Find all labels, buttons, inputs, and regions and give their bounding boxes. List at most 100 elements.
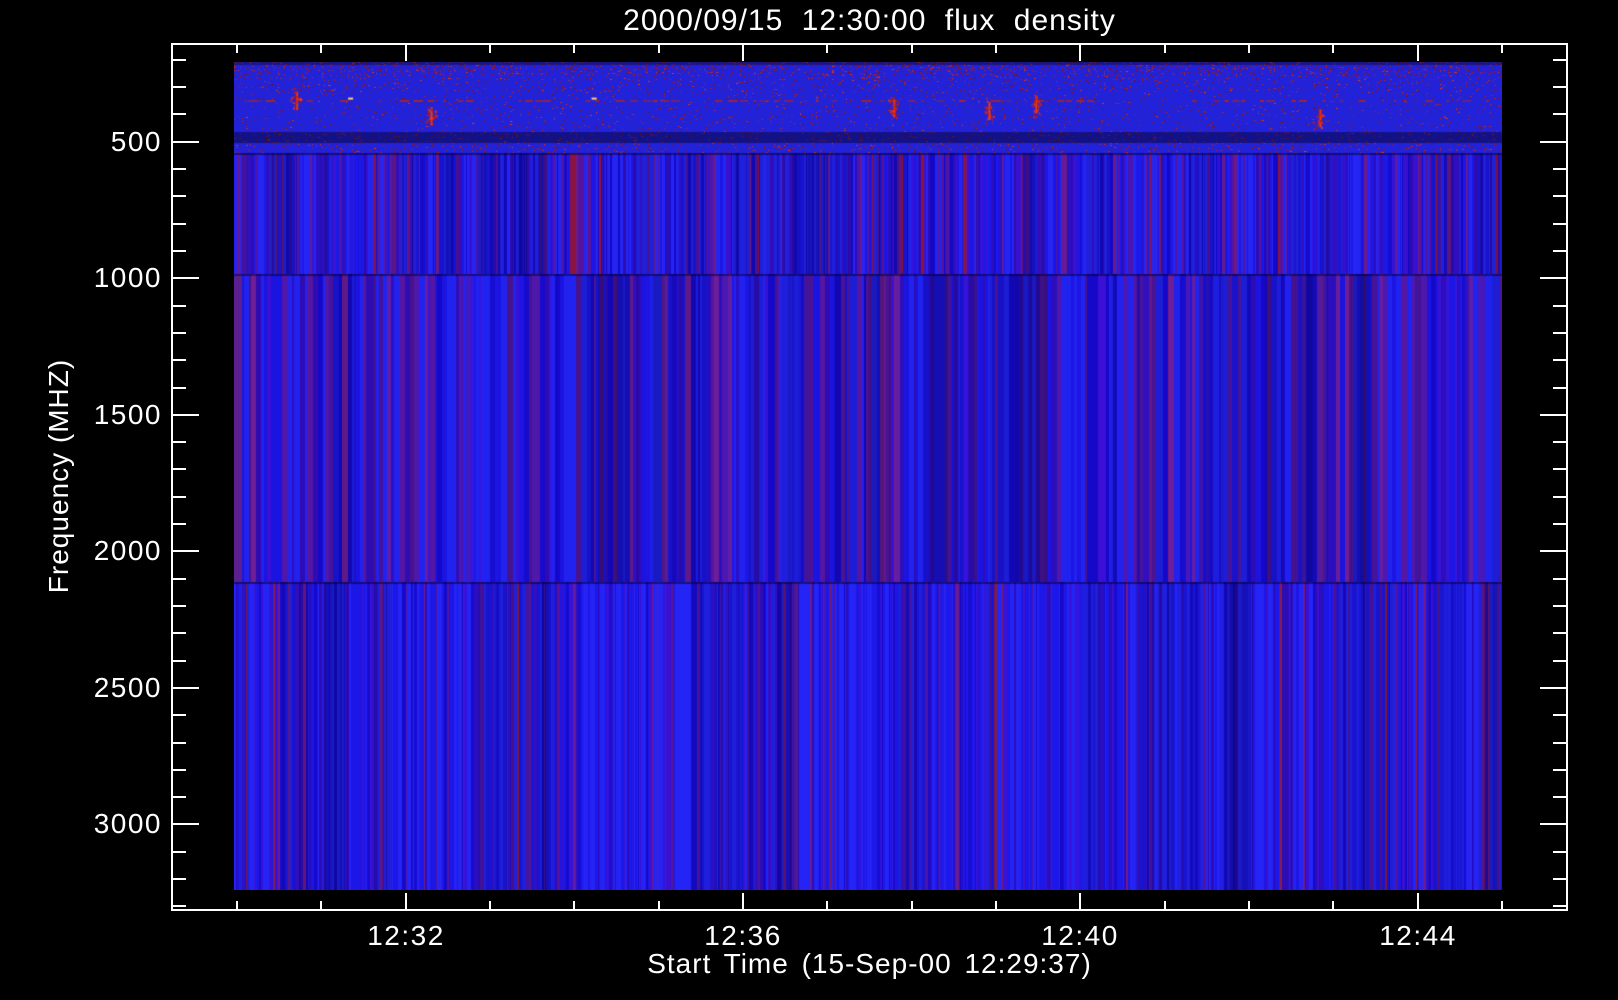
- x-minor-tick: [658, 901, 660, 909]
- y-major-tick: [173, 414, 199, 416]
- x-major-tick-top: [1079, 45, 1081, 61]
- x-minor-tick-top: [236, 45, 238, 53]
- x-minor-tick-top: [1501, 45, 1503, 53]
- y-major-tick-right: [1540, 550, 1566, 552]
- y-major-tick: [173, 141, 199, 143]
- x-minor-tick-top: [1164, 45, 1166, 53]
- y-major-tick-right: [1540, 414, 1566, 416]
- y-minor-tick-right: [1553, 223, 1566, 225]
- y-minor-tick: [173, 796, 186, 798]
- y-minor-tick: [173, 387, 186, 389]
- x-major-tick: [742, 893, 744, 909]
- y-minor-tick: [173, 168, 186, 170]
- y-major-tick-right: [1540, 277, 1566, 279]
- x-minor-tick-top: [1248, 45, 1250, 53]
- y-minor-tick: [173, 878, 186, 880]
- y-minor-tick: [173, 305, 186, 307]
- y-minor-tick: [173, 905, 186, 907]
- x-minor-tick-top: [826, 45, 828, 53]
- y-minor-tick: [173, 496, 186, 498]
- y-minor-tick-right: [1553, 250, 1566, 252]
- y-minor-tick: [173, 359, 186, 361]
- x-minor-tick-top: [658, 45, 660, 53]
- y-minor-tick-right: [1553, 387, 1566, 389]
- y-major-tick: [173, 277, 199, 279]
- y-minor-tick-right: [1553, 769, 1566, 771]
- y-minor-tick: [173, 769, 186, 771]
- x-minor-tick: [911, 901, 913, 909]
- y-minor-tick-right: [1553, 714, 1566, 716]
- y-minor-tick: [173, 113, 186, 115]
- y-tick-label: 3000: [93, 808, 162, 839]
- x-minor-tick: [320, 901, 322, 909]
- y-minor-tick-right: [1553, 660, 1566, 662]
- y-minor-tick-right: [1553, 742, 1566, 744]
- x-major-tick: [1079, 893, 1081, 909]
- y-minor-tick: [173, 250, 186, 252]
- y-major-tick: [173, 823, 199, 825]
- y-minor-tick-right: [1553, 578, 1566, 580]
- y-minor-tick-right: [1553, 468, 1566, 470]
- x-major-tick-top: [405, 45, 407, 61]
- x-major-tick-top: [1417, 45, 1419, 61]
- y-minor-tick: [173, 632, 186, 634]
- x-major-tick-top: [742, 45, 744, 61]
- x-minor-tick: [489, 901, 491, 909]
- spectrogram-image: [234, 62, 1502, 890]
- y-minor-tick-right: [1553, 496, 1566, 498]
- x-minor-tick: [1248, 901, 1250, 909]
- y-minor-tick-right: [1553, 359, 1566, 361]
- y-major-tick: [173, 550, 199, 552]
- x-minor-tick: [826, 901, 828, 909]
- x-minor-tick: [1501, 901, 1503, 909]
- x-minor-tick-top: [320, 45, 322, 53]
- y-minor-tick: [173, 223, 186, 225]
- x-minor-tick: [573, 901, 575, 909]
- y-minor-tick-right: [1553, 632, 1566, 634]
- y-minor-tick-right: [1553, 851, 1566, 853]
- y-tick-label: 2500: [93, 672, 162, 703]
- y-minor-tick-right: [1553, 605, 1566, 607]
- y-major-tick-right: [1540, 141, 1566, 143]
- y-minor-tick-right: [1553, 86, 1566, 88]
- x-axis-title: Start Time (15-Sep-00 12:29:37): [647, 948, 1092, 979]
- y-minor-tick-right: [1553, 441, 1566, 443]
- y-major-tick-right: [1540, 823, 1566, 825]
- plot-title: 2000/09/15 12:30:00 flux density: [623, 4, 1116, 37]
- y-minor-tick: [173, 742, 186, 744]
- y-minor-tick-right: [1553, 796, 1566, 798]
- y-minor-tick-right: [1553, 878, 1566, 880]
- y-minor-tick: [173, 578, 186, 580]
- x-minor-tick: [236, 901, 238, 909]
- y-minor-tick-right: [1553, 195, 1566, 197]
- y-minor-tick-right: [1553, 905, 1566, 907]
- x-minor-tick: [1164, 901, 1166, 909]
- x-minor-tick-top: [573, 45, 575, 53]
- y-major-tick-right: [1540, 687, 1566, 689]
- x-minor-tick-top: [489, 45, 491, 53]
- y-minor-tick-right: [1553, 305, 1566, 307]
- y-minor-tick: [173, 523, 186, 525]
- y-minor-tick: [173, 86, 186, 88]
- y-minor-tick: [173, 605, 186, 607]
- y-tick-label: 500: [110, 126, 162, 157]
- y-axis-title: Frequency (MHZ): [43, 358, 74, 594]
- y-minor-tick-right: [1553, 113, 1566, 115]
- y-minor-tick-right: [1553, 523, 1566, 525]
- x-minor-tick: [1332, 901, 1334, 909]
- x-major-tick: [405, 893, 407, 909]
- x-minor-tick-top: [995, 45, 997, 53]
- y-minor-tick: [173, 714, 186, 716]
- y-minor-tick-right: [1553, 59, 1566, 61]
- y-minor-tick: [173, 660, 186, 662]
- y-minor-tick: [173, 468, 186, 470]
- x-minor-tick-top: [911, 45, 913, 53]
- y-minor-tick: [173, 441, 186, 443]
- x-minor-tick-top: [1332, 45, 1334, 53]
- y-minor-tick: [173, 59, 186, 61]
- y-minor-tick: [173, 332, 186, 334]
- y-minor-tick: [173, 195, 186, 197]
- y-minor-tick-right: [1553, 168, 1566, 170]
- y-minor-tick-right: [1553, 332, 1566, 334]
- x-major-tick: [1417, 893, 1419, 909]
